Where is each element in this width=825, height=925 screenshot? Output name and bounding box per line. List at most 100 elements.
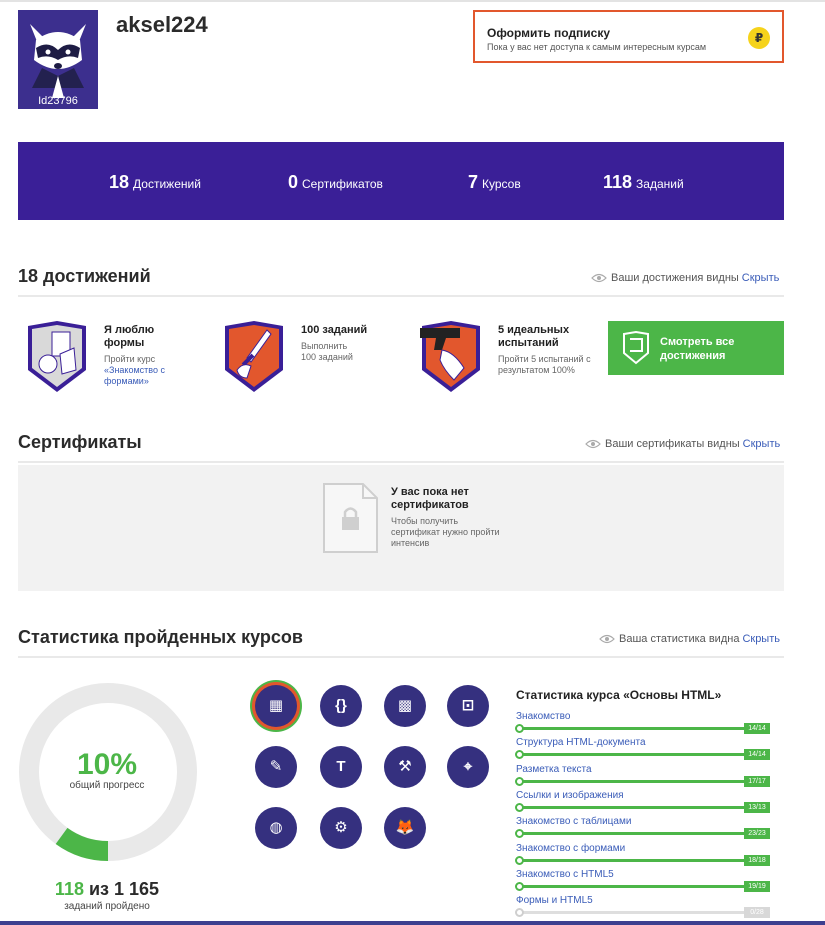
chainsaw-icon[interactable]: ⚙ — [320, 807, 362, 849]
course-module-badge: 14/14 — [744, 749, 770, 761]
course-module-row[interactable]: Знакомство 14/14 — [515, 711, 784, 737]
sphere-icon[interactable]: ◍ — [255, 807, 297, 849]
cube-icon[interactable]: ▩ — [384, 685, 426, 727]
typography-icon[interactable]: T — [320, 746, 362, 788]
course-module-progress-fill — [518, 805, 744, 809]
achievement-desc: Пройти 5 испытаний с результатом 100% — [498, 354, 591, 375]
course-icon-glyph: ⚙ — [334, 819, 348, 836]
course-module-row[interactable]: Знакомство с таблицами 23/23 — [515, 816, 784, 842]
course-module-row[interactable]: Знакомство с формами 18/18 — [515, 843, 784, 869]
subscribe-text: Пока у вас нет доступа к самым интересны… — [487, 42, 707, 52]
course-module-progress-start — [515, 829, 524, 839]
hide-course-stats-link[interactable]: Скрыть — [742, 633, 780, 645]
achievement-item[interactable]: 100 заданий Выполнить 100 заданий — [223, 320, 367, 399]
course-module-badge: 14/14 — [744, 723, 770, 734]
course-module-label[interactable]: Знакомство с формами — [516, 843, 625, 854]
visibility-text: Ваши достижения видны — [611, 272, 739, 284]
course-module-progress-start — [515, 908, 524, 918]
top-border — [0, 0, 825, 2]
tasks-of: из — [88, 879, 109, 899]
eye-icon — [591, 273, 607, 283]
anvil-icon[interactable]: ⚒ — [384, 746, 426, 788]
course-module-label[interactable]: Структура HTML-документа — [516, 737, 646, 748]
course-module-progress-fill — [518, 858, 744, 862]
course-module-row[interactable]: Знакомство с HTML5 19/19 — [515, 869, 784, 895]
braces-icon[interactable]: {} — [320, 685, 362, 727]
achievement-course-link[interactable]: «Знакомство с формами» — [104, 365, 165, 386]
course-icon-glyph: T — [336, 758, 346, 775]
course-module-progress-fill — [518, 779, 744, 783]
course-module-progress-track — [515, 908, 744, 918]
course-module-label[interactable]: Разметка текста — [516, 764, 592, 775]
achievements-visibility: Ваши достижения видны Скрыть — [591, 272, 779, 284]
course-icon-glyph: ⚒ — [398, 758, 412, 775]
achievement-desc-text: Пройти курс — [104, 354, 156, 364]
stat-value: 7 — [468, 172, 479, 192]
course-module-label[interactable]: Знакомство с HTML5 — [516, 869, 614, 880]
hide-certificates-link[interactable]: Скрыть — [743, 438, 781, 450]
course-module-label[interactable]: Знакомство с таблицами — [516, 816, 631, 827]
course-stats-course-title: Статистика курса «Основы HTML» — [516, 688, 722, 702]
field-icon[interactable]: ⊡ — [447, 685, 489, 727]
achievement-title: Я люблю формы — [104, 324, 155, 349]
bottom-border — [0, 921, 825, 925]
achievement-title: 100 заданий — [301, 324, 368, 336]
course-module-row[interactable]: Формы и HTML5 0/28 — [515, 895, 784, 921]
sword-badge-icon — [225, 321, 283, 392]
course-icon-glyph: ⊡ — [461, 697, 475, 714]
view-all-achievements-button[interactable]: Смотреть все достижения — [608, 321, 784, 375]
stat-tasks[interactable]: 118 Заданий — [603, 172, 684, 193]
course-stats-visibility: Ваша статистика видна Скрыть — [599, 633, 780, 645]
stat-value: 0 — [288, 172, 299, 192]
ruble-icon: ₽ — [748, 27, 770, 49]
course-module-progress-track — [515, 750, 744, 760]
course-module-label[interactable]: Формы и HTML5 — [516, 895, 593, 906]
certificates-title: Сертификаты — [18, 432, 142, 452]
course-icon-glyph: {} — [335, 697, 347, 714]
fox-icon[interactable]: 🦊 — [384, 807, 426, 849]
achievement-desc: Выполнить 100 заданий — [301, 341, 353, 362]
course-module-badge: 0/28 — [744, 907, 770, 919]
course-module-progress-fill — [518, 884, 744, 888]
stat-label: Достижений — [133, 177, 201, 191]
stats-bar: 18 Достижений 0 Сертификатов 7 Курсов 118 За… — [18, 142, 784, 220]
course-module-badge: 23/23 — [744, 828, 770, 840]
course-module-row[interactable]: Разметка текста 17/17 — [515, 764, 784, 790]
achievement-item[interactable]: Я люблю формы Пройти курс «Знакомство с … — [26, 320, 165, 399]
course-stats-title: Статистика пройденных курсов — [18, 627, 303, 647]
course-module-progress-track — [515, 881, 744, 891]
stat-achievements[interactable]: 18 Достижений — [109, 172, 201, 193]
course-module-label[interactable]: Ссылки и изображения — [516, 790, 624, 801]
course-module-badge: 18/18 — [744, 854, 770, 866]
course-module-progress-track — [515, 724, 744, 733]
stat-courses[interactable]: 7 Курсов — [468, 172, 521, 193]
subscribe-banner[interactable]: Оформить подписку Пока у вас нет доступа… — [473, 10, 784, 63]
course-module-progress-track — [515, 802, 744, 812]
avatar[interactable]: Id23796 — [18, 10, 98, 109]
course-module-row[interactable]: Структура HTML-документа 14/14 — [515, 737, 784, 763]
paintbrush-icon[interactable]: ✎ — [255, 746, 297, 788]
course-module-progress-start — [515, 750, 524, 760]
progress-caption: общий прогресс — [69, 780, 145, 791]
course-module-label[interactable]: Знакомство — [516, 711, 570, 722]
certificates-empty-desc: Чтобы получить сертификат нужно пройти и… — [391, 516, 500, 548]
course-module-row[interactable]: Ссылки и изображения 13/13 — [515, 790, 784, 816]
stat-certificates[interactable]: 0 Сертификатов — [288, 172, 383, 193]
eye-icon — [585, 439, 601, 449]
tasks-done: 118 — [54, 879, 84, 899]
hide-achievements-link[interactable]: Скрыть — [742, 272, 780, 284]
divider — [18, 295, 784, 297]
visibility-text: Ваша статистика видна — [619, 633, 740, 645]
achievements-title: 18 достижений — [18, 266, 151, 286]
stat-value: 18 — [109, 172, 130, 192]
certificates-visibility: Ваши сертификаты видны Скрыть — [585, 438, 780, 450]
progress-percent: 10% — [76, 748, 138, 781]
vector-icon[interactable]: ⌖ — [447, 746, 489, 788]
course-module-progress-start — [515, 802, 524, 812]
html-basics-icon[interactable]: ▦ — [255, 685, 297, 727]
visibility-text: Ваши сертификаты видны — [605, 438, 740, 450]
achievement-item[interactable]: 5 идеальных испытаний Пройти 5 испытаний… — [420, 320, 591, 399]
stat-value: 118 — [603, 172, 633, 192]
course-module-badge: 17/17 — [744, 775, 770, 787]
course-icon-glyph: ⌖ — [463, 758, 473, 775]
